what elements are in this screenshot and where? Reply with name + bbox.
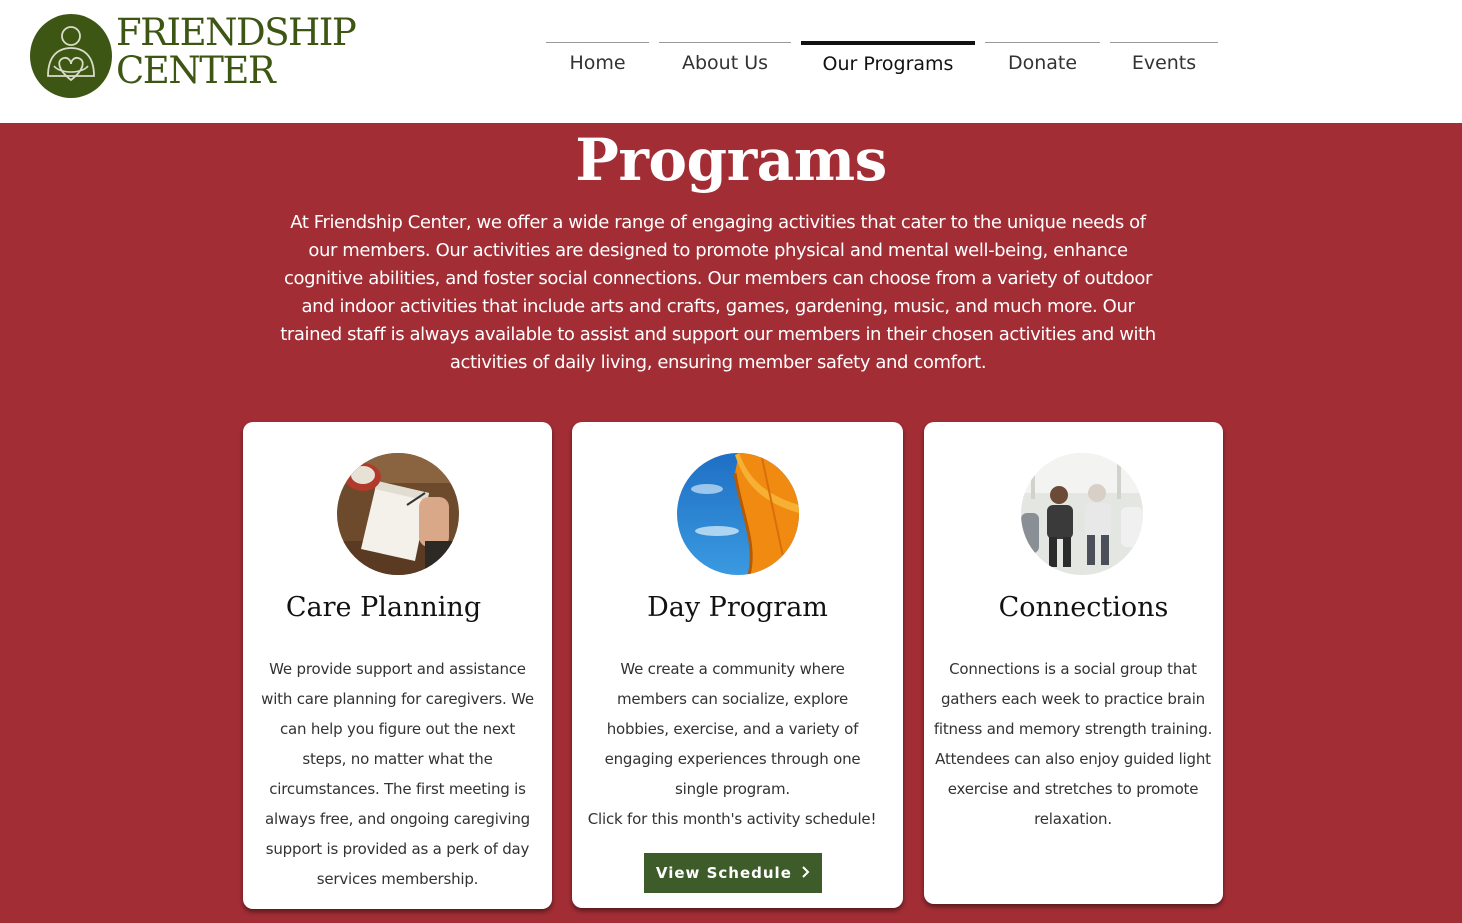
nav-item-events[interactable]: Events xyxy=(1110,42,1218,82)
nav-item-about-us[interactable]: About Us xyxy=(659,42,791,82)
page-title: Programs xyxy=(575,126,887,194)
program-card-connections: Connections Connections is a social grou… xyxy=(924,422,1223,904)
umbrella-sky-photo-icon xyxy=(677,453,799,575)
nav-item-donate[interactable]: Donate xyxy=(985,42,1100,82)
notebook-writing-photo-icon xyxy=(337,453,459,575)
programs-intro-text: At Friendship Center, we offer a wide ra… xyxy=(280,212,1156,373)
nav-item-our-programs[interactable]: Our Programs xyxy=(801,41,975,81)
card-title: Day Program xyxy=(647,592,828,623)
logo-line-2: CENTER xyxy=(116,49,276,92)
card-description: We provide support and assistance with c… xyxy=(261,660,534,888)
card-title: Care Planning xyxy=(285,592,482,623)
group-seniors-photo-icon xyxy=(1021,453,1143,575)
view-schedule-button[interactable]: View Schedule xyxy=(644,853,822,893)
site-header: FRIENDSHIP CENTER Home About Us Our Prog… xyxy=(0,0,1462,123)
chevron-right-icon xyxy=(802,853,810,893)
schedule-prompt-text: Click for this month's activity schedule… xyxy=(587,810,877,828)
card-description: Connections is a social group that gathe… xyxy=(933,660,1213,828)
logo-line-1: FRIENDSHIP xyxy=(116,11,357,54)
program-card-care-planning: Care Planning We provide support and ass… xyxy=(243,422,552,909)
view-schedule-button-label: View Schedule xyxy=(655,864,792,882)
friendship-center-logo-icon[interactable] xyxy=(30,14,112,98)
program-card-day-program: Day Program We create a community where … xyxy=(572,422,903,908)
logo-wordmark[interactable]: FRIENDSHIP CENTER xyxy=(116,11,357,92)
card-description: We create a community where members can … xyxy=(604,660,861,798)
nav-item-home[interactable]: Home xyxy=(546,42,649,82)
card-title: Connections xyxy=(998,592,1169,623)
